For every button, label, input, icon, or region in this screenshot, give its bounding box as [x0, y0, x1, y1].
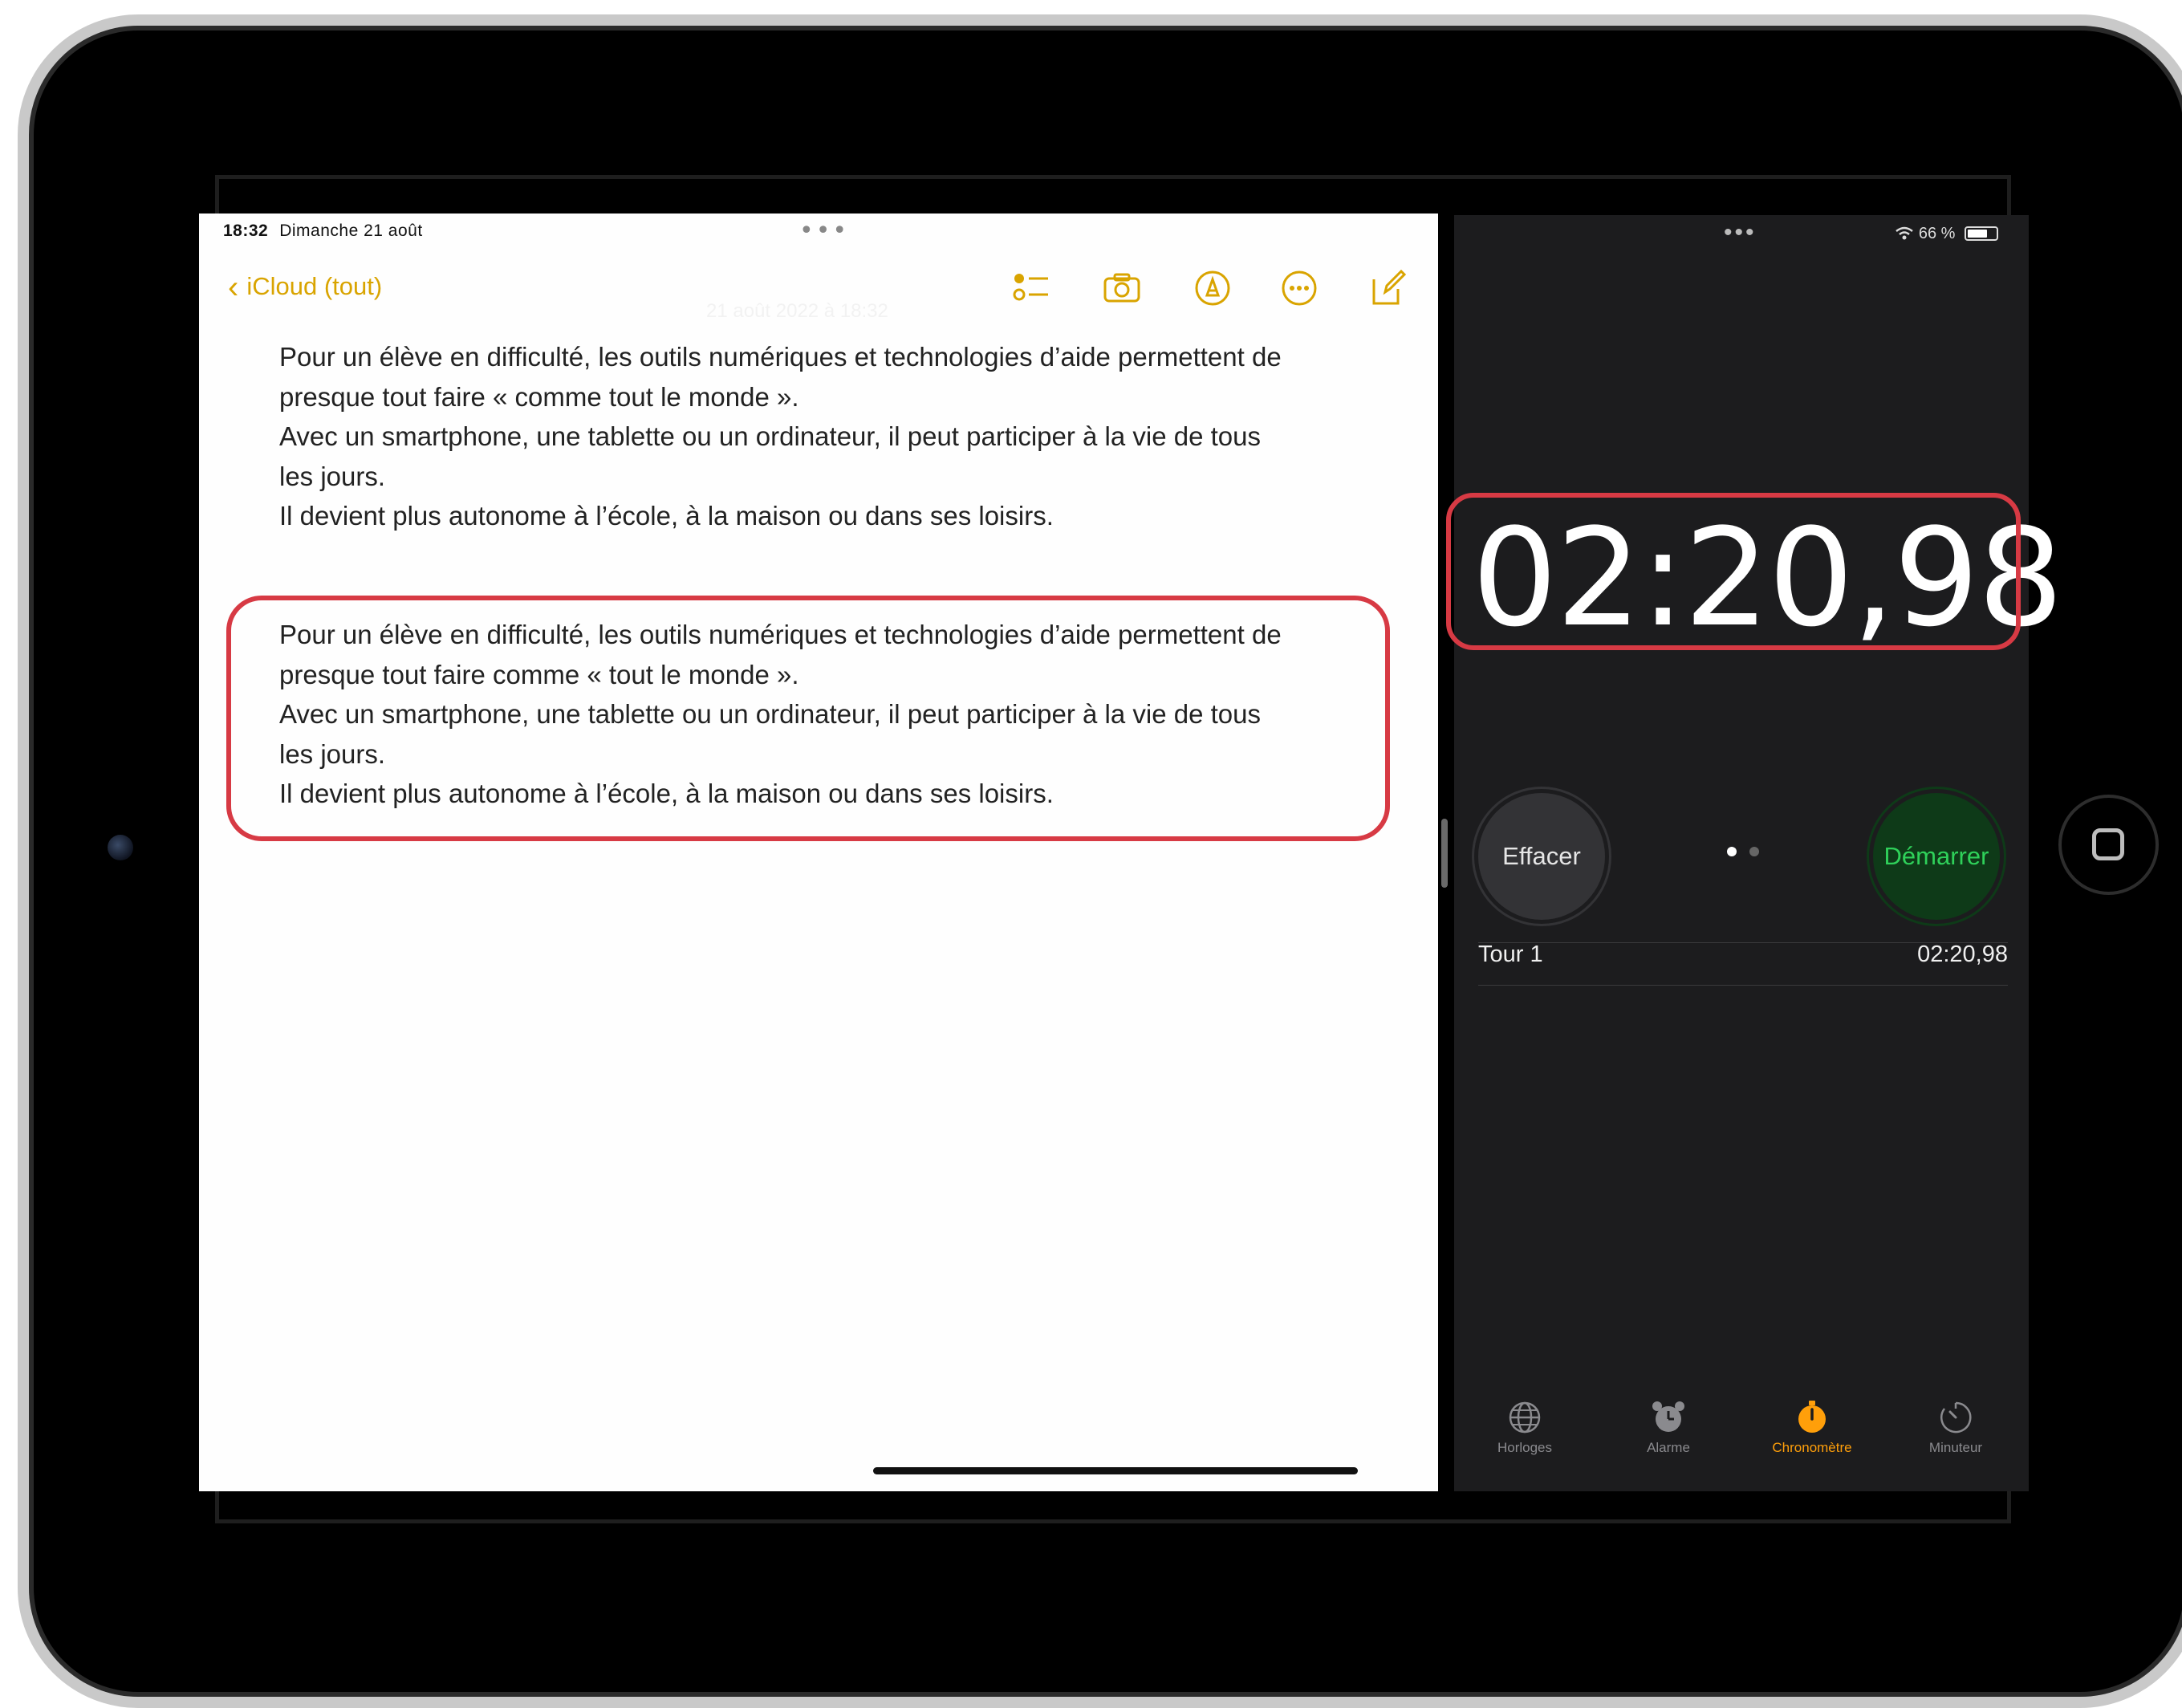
tab-world-clock[interactable]: Horloges [1465, 1398, 1585, 1456]
page-dot [1749, 847, 1759, 856]
home-button[interactable] [2058, 795, 2159, 895]
tab-label: Chronomètre [1772, 1440, 1852, 1455]
note-line: presque tout faire « comme tout le monde… [279, 381, 799, 412]
timer-icon [1940, 1401, 1972, 1434]
camera-icon[interactable] [1102, 268, 1142, 308]
checklist-icon[interactable] [1011, 268, 1051, 308]
globe-icon [1509, 1401, 1541, 1434]
markup-pen-icon[interactable] [1193, 268, 1233, 308]
page-dot-active [1727, 847, 1737, 856]
battery-icon [1965, 226, 1998, 241]
home-indicator[interactable] [873, 1467, 1358, 1474]
lap-label: Tour 1 [1478, 941, 1543, 967]
alarm-clock-icon [1652, 1401, 1684, 1432]
multitasking-dots-icon[interactable]: ••• [799, 219, 849, 243]
back-label: iCloud (tout) [246, 272, 383, 300]
tab-label: Horloges [1497, 1440, 1553, 1455]
tab-timer[interactable]: Minuteur [1896, 1398, 2016, 1456]
lap-row: Tour 1 02:20,98 [1478, 941, 2008, 986]
home-square-icon [2092, 828, 2124, 860]
note-paragraph-1[interactable]: Pour un élève en difficulté, les outils … [279, 337, 1339, 536]
note-line: Il devient plus autonome à l’école, à la… [279, 501, 1054, 531]
note-line: Avec un smartphone, une tablette ou un o… [279, 421, 1262, 451]
status-bar-left: 18:32 Dimanche 21 août [223, 222, 423, 241]
front-camera [108, 835, 133, 860]
note-line: les jours. [279, 461, 386, 491]
lap-time: 02:20,98 [1917, 941, 2008, 967]
tab-alarm[interactable]: Alarme [1608, 1398, 1729, 1456]
split-view-divider-handle[interactable] [1441, 819, 1448, 888]
chevron-left-icon: ‹ [228, 270, 239, 305]
note-line: Pour un élève en difficulté, les outils … [279, 342, 1282, 372]
status-date: Dimanche 21 août [279, 222, 423, 240]
clock-app: ••• 66 % 02:20,98 Effacer Démarrer Tour … [1454, 215, 2063, 1491]
battery-percent: 66 % [1918, 225, 1956, 242]
page-indicator[interactable] [1721, 846, 1766, 860]
stopwatch-icon [1798, 1401, 1826, 1433]
tab-bar: Horloges Alarme Chronomètre Minuteur [1454, 1398, 2029, 1478]
start-button[interactable]: Démarrer [1873, 793, 2000, 920]
annotation-highlight-timer [1446, 493, 2021, 650]
annotation-highlight-note [226, 596, 1390, 841]
status-bar-right: 66 % [1895, 225, 1998, 243]
back-button[interactable]: ‹ iCloud (tout) [228, 270, 382, 306]
more-icon[interactable] [1279, 268, 1319, 308]
clear-button[interactable]: Effacer [1478, 793, 1605, 920]
compose-icon[interactable] [1367, 268, 1408, 308]
tab-stopwatch[interactable]: Chronomètre [1752, 1398, 1872, 1456]
note-date: 21 août 2022 à 18:32 [706, 300, 888, 322]
status-time: 18:32 [223, 222, 269, 240]
tab-label: Minuteur [1928, 1440, 1983, 1455]
wifi-icon [1896, 226, 1914, 240]
notes-app: 18:32 Dimanche 21 août ••• ‹ iCloud (tout)… [199, 214, 1438, 1491]
multitasking-dots-icon[interactable]: ••• [1724, 221, 1757, 245]
tab-label: Alarme [1647, 1440, 1690, 1455]
